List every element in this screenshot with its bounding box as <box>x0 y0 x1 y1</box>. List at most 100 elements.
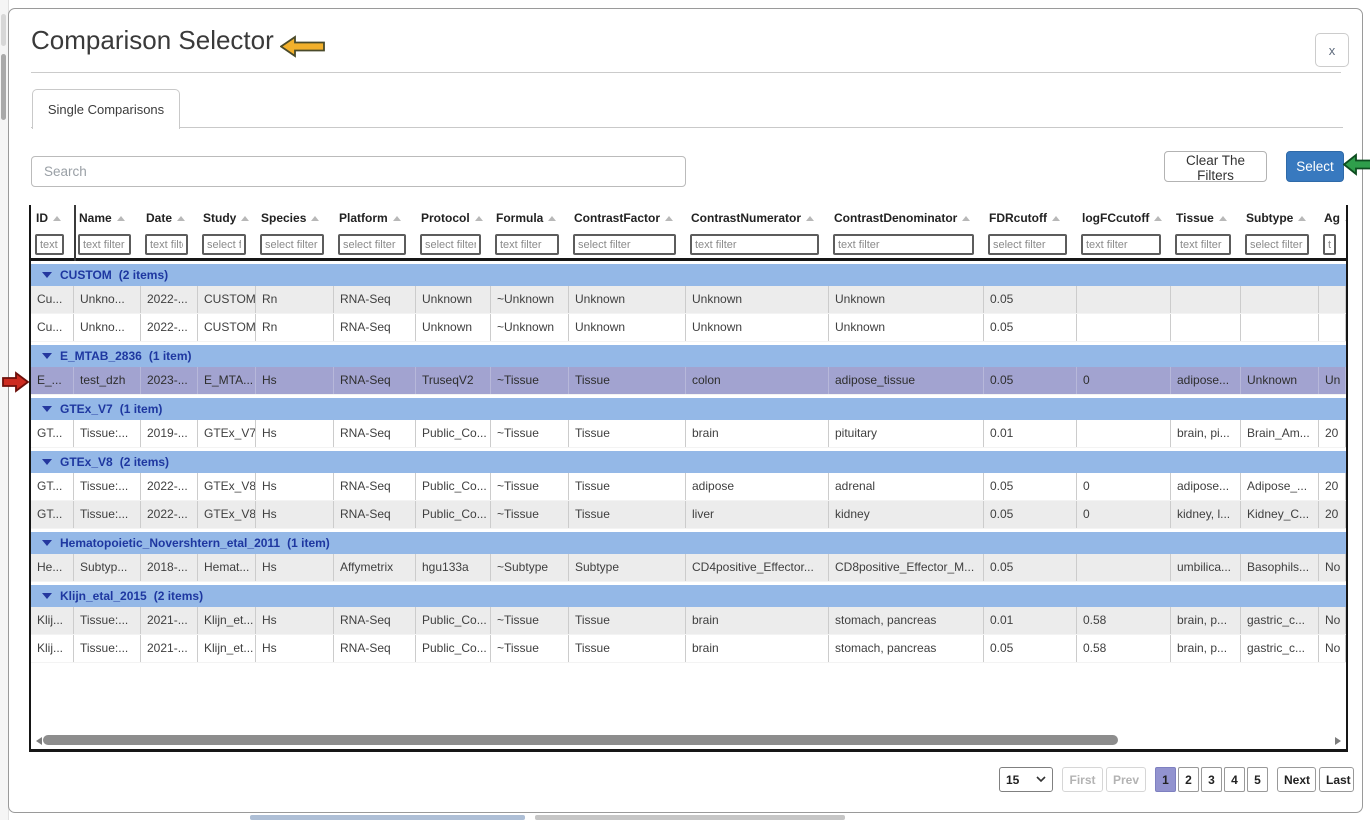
column-header-id[interactable]: ID <box>31 205 74 231</box>
cell: 0.05 <box>984 286 1077 313</box>
filter-input-tissue[interactable] <box>1175 234 1231 255</box>
cell: Unknown <box>829 314 984 341</box>
cell: gastric_c... <box>1241 607 1319 634</box>
comparison-selector-dialog: Comparison Selector x Single Comparisons… <box>8 8 1363 813</box>
cell: stomach, pancreas <box>829 635 984 662</box>
column-header-contrastdenominator[interactable]: ContrastDenominator <box>829 205 984 231</box>
column-header-study[interactable]: Study <box>198 205 256 231</box>
collapse-icon <box>42 593 52 599</box>
cell: adipose_tissue <box>829 367 984 394</box>
prev-page-button[interactable]: Prev <box>1106 767 1146 792</box>
cell: ~Tissue <box>491 607 569 634</box>
table-row[interactable]: GT...Tissue:...2022-...GTEx_V8HsRNA-SeqP… <box>31 501 1346 529</box>
filter-input-subtype[interactable] <box>1245 234 1309 255</box>
column-header-date[interactable]: Date <box>141 205 198 231</box>
select-button[interactable]: Select <box>1286 151 1344 182</box>
filter-input-date[interactable] <box>145 234 188 255</box>
filter-input-id[interactable] <box>35 234 64 255</box>
filter-input-study[interactable] <box>202 234 246 255</box>
sort-icon <box>806 216 814 221</box>
cell: pituitary <box>829 420 984 447</box>
search-input[interactable] <box>31 156 686 187</box>
sort-icon <box>1298 216 1306 221</box>
scroll-left-icon[interactable] <box>36 737 42 745</box>
close-button[interactable]: x <box>1315 33 1349 67</box>
group-name: Klijn_etal_2015 <box>60 589 147 603</box>
scroll-right-icon[interactable] <box>1335 737 1341 745</box>
column-label: Date <box>146 211 172 225</box>
filter-input-contrastdenominator[interactable] <box>833 234 974 255</box>
cell: Hs <box>256 635 334 662</box>
column-header-formula[interactable]: Formula <box>491 205 569 231</box>
filter-input-contrastnumerator[interactable] <box>690 234 819 255</box>
filter-input-formula[interactable] <box>495 234 559 255</box>
collapse-icon <box>42 272 52 278</box>
page-scrollbar-thumb[interactable] <box>1 54 6 120</box>
collapse-icon <box>42 459 52 465</box>
filter-cell <box>491 231 569 258</box>
page-button-5[interactable]: 5 <box>1247 767 1268 792</box>
filter-input-species[interactable] <box>260 234 324 255</box>
column-label: FDRcutoff <box>989 211 1047 225</box>
column-header-protocol[interactable]: Protocol <box>416 205 491 231</box>
frozen-column-divider <box>74 205 76 261</box>
page-button-1[interactable]: 1 <box>1155 767 1176 792</box>
table-row[interactable]: Klij...Tissue:...2021-...Klijn_et...HsRN… <box>31 607 1346 635</box>
column-header-species[interactable]: Species <box>256 205 334 231</box>
column-header-contrastfactor[interactable]: ContrastFactor <box>569 205 686 231</box>
column-header-tissue[interactable]: Tissue <box>1171 205 1241 231</box>
page-button-2[interactable]: 2 <box>1178 767 1199 792</box>
table-row[interactable]: Klij...Tissue:...2021-...Klijn_et...HsRN… <box>31 635 1346 663</box>
column-label: ContrastNumerator <box>691 211 801 225</box>
page-scrollbar-thumb[interactable] <box>1 14 6 46</box>
clear-filters-button[interactable]: Clear The Filters <box>1164 151 1267 182</box>
yellow-arrow-annotation <box>280 35 326 58</box>
table-row[interactable]: GT...Tissue:...2022-...GTEx_V8HsRNA-SeqP… <box>31 473 1346 501</box>
tab-baseline <box>31 127 1343 128</box>
filter-input-logfccutoff[interactable] <box>1081 234 1161 255</box>
table-row[interactable]: He...Subtyp...2018-...Hemat...HsAffymetr… <box>31 554 1346 582</box>
sort-icon <box>1219 216 1227 221</box>
scrollbar-thumb[interactable] <box>43 735 1118 745</box>
column-header-fdrcutoff[interactable]: FDRcutoff <box>984 205 1077 231</box>
table-row-selected[interactable]: E_...test_dzh2023-...E_MTA...HsRNA-SeqTr… <box>31 367 1346 395</box>
filter-input-platform[interactable] <box>338 234 406 255</box>
cell: Public_Co... <box>416 420 491 447</box>
column-header-logfccutoff[interactable]: logFCcutoff <box>1077 205 1171 231</box>
filter-input-protocol[interactable] <box>420 234 481 255</box>
pagination-pages: 12345 <box>1155 767 1268 792</box>
cell: Public_Co... <box>416 473 491 500</box>
cell: ~Unknown <box>491 314 569 341</box>
tab-single-comparisons[interactable]: Single Comparisons <box>32 89 180 129</box>
filter-input-fdrcutoff[interactable] <box>988 234 1067 255</box>
page-button-3[interactable]: 3 <box>1201 767 1222 792</box>
table-row[interactable]: Cu...Unkno...2022-...CUSTOMRnRNA-SeqUnkn… <box>31 314 1346 342</box>
column-header-ag[interactable]: Ag <box>1319 205 1346 231</box>
filter-input-name[interactable] <box>78 234 131 255</box>
filter-input-ag[interactable] <box>1323 234 1336 255</box>
cell: Tissue:... <box>74 607 141 634</box>
column-header-contrastnumerator[interactable]: ContrastNumerator <box>686 205 829 231</box>
cell: CD4positive_Effector... <box>686 554 829 581</box>
group-row-hematopoietic-novershtern-etal-2011[interactable]: Hematopoietic_Novershtern_etal_2011(1 it… <box>31 529 1346 554</box>
next-page-button[interactable]: Next <box>1277 767 1316 792</box>
column-header-platform[interactable]: Platform <box>334 205 416 231</box>
last-page-button[interactable]: Last <box>1319 767 1354 792</box>
cell: brain <box>686 607 829 634</box>
group-row-gtex-v7[interactable]: GTEx_V7(1 item) <box>31 395 1346 420</box>
first-page-button[interactable]: First <box>1062 767 1103 792</box>
group-row-custom[interactable]: CUSTOM(2 items) <box>31 261 1346 286</box>
page-size-select[interactable]: 15 <box>999 767 1053 792</box>
group-row-klijn-etal-2015[interactable]: Klijn_etal_2015(2 items) <box>31 582 1346 607</box>
column-header-name[interactable]: Name <box>74 205 141 231</box>
horizontal-scrollbar[interactable] <box>31 733 1346 747</box>
table-row[interactable]: Cu...Unkno...2022-...CUSTOMRnRNA-SeqUnkn… <box>31 286 1346 314</box>
page-button-4[interactable]: 4 <box>1224 767 1245 792</box>
filter-input-contrastfactor[interactable] <box>573 234 676 255</box>
table-row[interactable]: GT...Tissue:...2019-...GTEx_V7HsRNA-SeqP… <box>31 420 1346 448</box>
cell: Hs <box>256 501 334 528</box>
group-row-gtex-v8[interactable]: GTEx_V8(2 items) <box>31 448 1346 473</box>
column-header-subtype[interactable]: Subtype <box>1241 205 1319 231</box>
cell: Tissue:... <box>74 635 141 662</box>
group-row-e-mtab-2836[interactable]: E_MTAB_2836(1 item) <box>31 342 1346 367</box>
